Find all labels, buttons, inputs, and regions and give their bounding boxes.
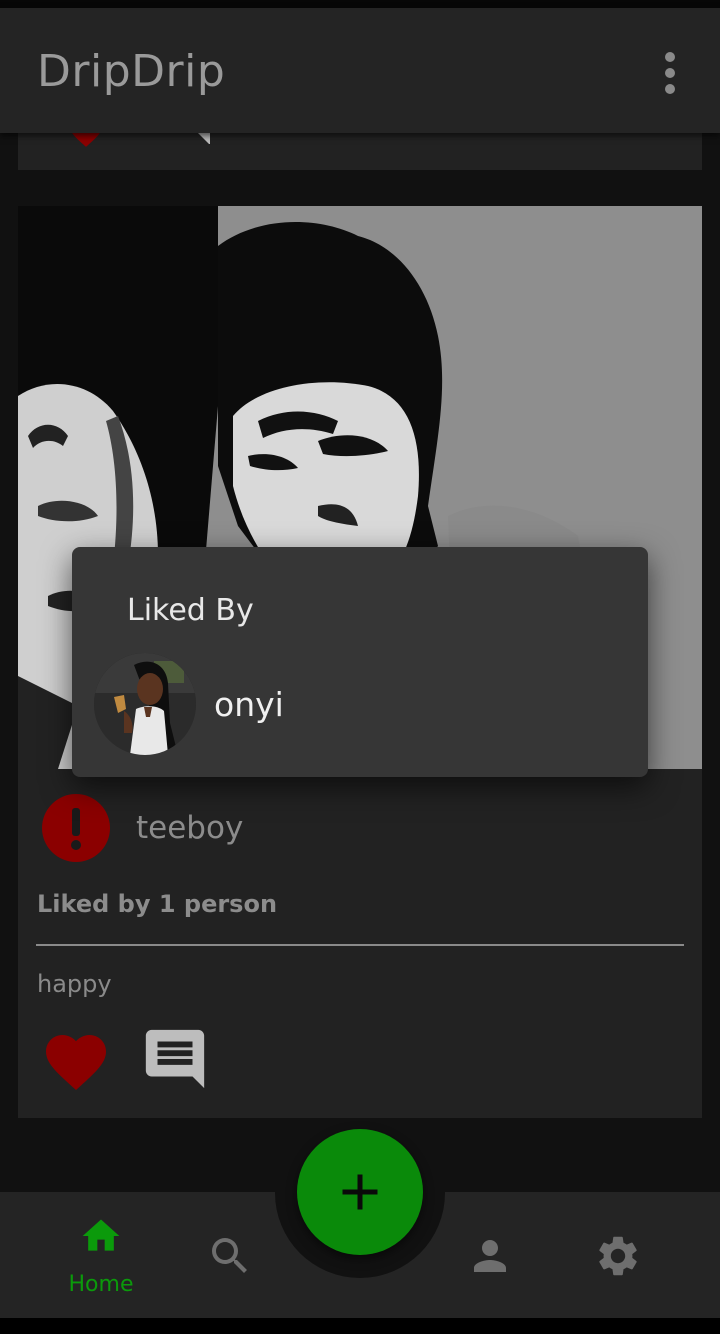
- gear-icon: [594, 1232, 642, 1284]
- error-icon: [42, 794, 110, 862]
- liked-by-dialog: Liked By onyi: [72, 547, 648, 777]
- post-caption: happy: [37, 970, 112, 998]
- more-vert-icon[interactable]: [650, 48, 690, 98]
- likes-count-text[interactable]: Liked by 1 person: [37, 890, 277, 918]
- add-post-button[interactable]: [297, 1129, 423, 1255]
- app-title: DripDrip: [37, 46, 226, 97]
- system-nav-bar: [0, 1318, 720, 1334]
- nav-profile[interactable]: [460, 1212, 520, 1302]
- nav-search[interactable]: [200, 1212, 260, 1302]
- liker-row[interactable]: onyi: [94, 653, 614, 755]
- nav-home[interactable]: Home: [56, 1212, 146, 1302]
- plus-icon: [342, 1174, 378, 1210]
- divider: [36, 944, 684, 946]
- post-author-row[interactable]: teeboy: [42, 794, 642, 862]
- heart-icon[interactable]: [40, 1026, 112, 1092]
- nav-home-label: Home: [68, 1272, 134, 1297]
- nav-settings[interactable]: [588, 1212, 648, 1302]
- search-icon: [206, 1232, 254, 1284]
- app-bar: DripDrip: [0, 8, 720, 133]
- dialog-title: Liked By: [127, 593, 254, 628]
- app-screen: DripDrip teeboy Liked by 1 person happy …: [0, 0, 720, 1334]
- person-icon: [466, 1232, 514, 1284]
- avatar: [94, 653, 196, 755]
- home-icon: [79, 1214, 123, 1262]
- status-bar: [0, 0, 720, 8]
- comment-icon[interactable]: [140, 1024, 210, 1094]
- post-author-name[interactable]: teeboy: [136, 810, 243, 846]
- liker-name[interactable]: onyi: [214, 685, 284, 724]
